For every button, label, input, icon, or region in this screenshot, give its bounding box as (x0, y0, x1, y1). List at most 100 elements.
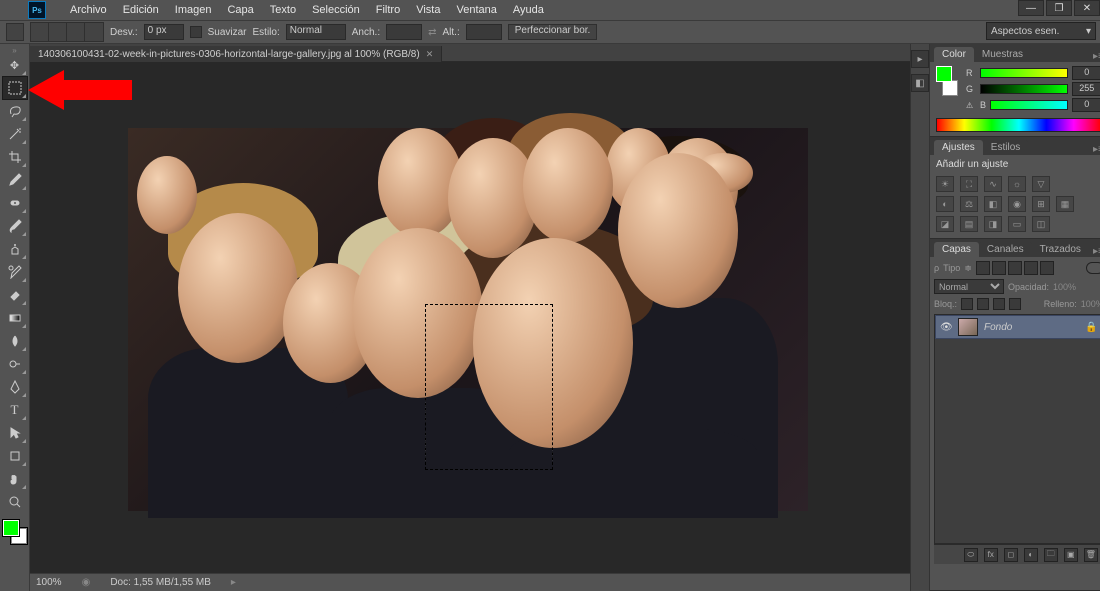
zoom-readout[interactable]: 100% (36, 577, 62, 588)
adj-photofilter-icon[interactable]: ◉ (1008, 196, 1026, 212)
tab-channels[interactable]: Canales (979, 242, 1032, 257)
panel-menu-icon[interactable]: ▸≡ (1089, 51, 1100, 62)
lock-pixels-icon[interactable] (977, 298, 989, 310)
menu-imagen[interactable]: Imagen (167, 1, 220, 19)
tool-preset-icon[interactable] (6, 23, 24, 41)
filter-shape-icon[interactable] (1024, 261, 1038, 275)
tab-swatches[interactable]: Muestras (974, 47, 1031, 62)
menu-ventana[interactable]: Ventana (448, 1, 504, 19)
type-tool[interactable]: T (3, 399, 27, 421)
antialias-checkbox[interactable] (190, 26, 202, 38)
blend-mode-select[interactable]: Normal (934, 279, 1004, 294)
menu-seleccion[interactable]: Selección (304, 1, 368, 19)
adj-posterize-icon[interactable]: ▤ (960, 216, 978, 232)
layer-mask-icon[interactable]: ◻ (1004, 548, 1018, 562)
adj-levels-icon[interactable]: ⛶ (960, 176, 978, 192)
filter-adj-icon[interactable] (992, 261, 1006, 275)
tab-adjustments[interactable]: Ajustes (934, 140, 983, 155)
docsize-readout[interactable]: Doc: 1,55 MB/1,55 MB (110, 577, 211, 588)
status-icon[interactable]: ◉ (82, 577, 91, 588)
shape-tool[interactable] (3, 445, 27, 467)
menu-ayuda[interactable]: Ayuda (505, 1, 552, 19)
tab-styles[interactable]: Estilos (983, 140, 1028, 155)
feather-input[interactable]: 0 px (144, 24, 184, 40)
pen-tool[interactable] (3, 376, 27, 398)
close-icon[interactable]: ✕ (426, 49, 434, 60)
adj-brightness-icon[interactable]: ☀ (936, 176, 954, 192)
menu-texto[interactable]: Texto (262, 1, 304, 19)
canvas-area[interactable] (30, 62, 910, 573)
eyedropper-tool[interactable] (3, 169, 27, 191)
gradient-tool[interactable] (3, 307, 27, 329)
selection-add-icon[interactable] (49, 23, 67, 41)
dodge-tool[interactable] (3, 353, 27, 375)
tab-paths[interactable]: Trazados (1032, 242, 1089, 257)
layer-thumbnail[interactable] (958, 318, 978, 336)
new-group-icon[interactable]: 🗀 (1044, 548, 1058, 562)
g-slider[interactable] (980, 84, 1068, 94)
menu-edicion[interactable]: Edición (115, 1, 167, 19)
lock-all-icon[interactable] (1009, 298, 1021, 310)
adj-curves-icon[interactable]: ∿ (984, 176, 1002, 192)
filter-smart-icon[interactable] (1040, 261, 1054, 275)
heal-tool[interactable] (3, 192, 27, 214)
adj-invert-icon[interactable]: ◪ (936, 216, 954, 232)
refine-edge-button[interactable]: Perfeccionar bor. (508, 24, 598, 40)
b-slider[interactable] (990, 100, 1068, 110)
fill-value[interactable]: 100% (1081, 299, 1100, 309)
adj-hue-icon[interactable]: ◐ (936, 196, 954, 212)
selection-intersect-icon[interactable] (85, 23, 103, 41)
selection-subtract-icon[interactable] (67, 23, 85, 41)
menu-filtro[interactable]: Filtro (368, 1, 408, 19)
adj-exposure-icon[interactable]: ☼ (1008, 176, 1026, 192)
layer-name[interactable]: Fondo (984, 322, 1012, 333)
selection-new-icon[interactable] (31, 23, 49, 41)
opacity-value[interactable]: 100% (1053, 282, 1076, 292)
layers-list[interactable]: 👁 Fondo 🔒 (934, 314, 1100, 544)
filter-pixel-icon[interactable] (976, 261, 990, 275)
layer-row[interactable]: 👁 Fondo 🔒 (935, 315, 1100, 339)
link-layers-icon[interactable]: ⬭ (964, 548, 978, 562)
blur-tool[interactable] (3, 330, 27, 352)
adj-lookup-icon[interactable]: ▦ (1056, 196, 1074, 212)
path-select-tool[interactable] (3, 422, 27, 444)
lock-pos-icon[interactable] (993, 298, 1005, 310)
swap-wh-icon[interactable]: ⇄ (428, 27, 436, 38)
close-button[interactable]: ✕ (1074, 0, 1100, 16)
color-spectrum[interactable] (936, 118, 1100, 132)
foreground-color-swatch[interactable] (3, 520, 19, 536)
style-select[interactable]: Normal (286, 24, 346, 40)
r-value[interactable]: 0 (1072, 66, 1100, 80)
eraser-tool[interactable] (3, 284, 27, 306)
minimize-button[interactable]: — (1018, 0, 1044, 16)
menu-archivo[interactable]: Archivo (62, 1, 115, 19)
r-slider[interactable] (980, 68, 1068, 78)
g-value[interactable]: 255 (1072, 82, 1100, 96)
color-swatch[interactable] (3, 520, 27, 544)
menu-capa[interactable]: Capa (219, 1, 261, 19)
delete-layer-icon[interactable]: 🗑 (1084, 548, 1098, 562)
clone-tool[interactable] (3, 238, 27, 260)
filter-toggle[interactable] (1086, 262, 1100, 274)
lasso-tool[interactable] (3, 100, 27, 122)
color-panel-swatch[interactable] (936, 66, 958, 102)
collapsed-panel-icon[interactable]: ▸ (911, 50, 929, 68)
menu-vista[interactable]: Vista (408, 1, 448, 19)
toolbox-handle[interactable]: » (1, 46, 29, 54)
status-chevron-icon[interactable]: ▸ (231, 577, 236, 588)
panel-menu-icon[interactable]: ▸≡ (1089, 246, 1100, 257)
adj-bw-icon[interactable]: ◧ (984, 196, 1002, 212)
filter-type-icon[interactable] (1008, 261, 1022, 275)
workspace-selector[interactable]: Aspectos esen. ▾ (986, 22, 1096, 40)
adj-balance-icon[interactable]: ⚖ (960, 196, 978, 212)
document-canvas[interactable] (128, 128, 808, 511)
marquee-tool[interactable] (3, 77, 27, 99)
adj-gradmap-icon[interactable]: ▭ (1008, 216, 1026, 232)
lock-trans-icon[interactable] (961, 298, 973, 310)
zoom-tool[interactable] (3, 491, 27, 513)
document-tab[interactable]: 140306100431-02-week-in-pictures-0306-ho… (30, 46, 442, 64)
tab-color[interactable]: Color (934, 47, 974, 62)
move-tool[interactable]: ✥ (3, 54, 27, 76)
new-layer-icon[interactable]: ▣ (1064, 548, 1078, 562)
adj-vibrance-icon[interactable]: ▽ (1032, 176, 1050, 192)
